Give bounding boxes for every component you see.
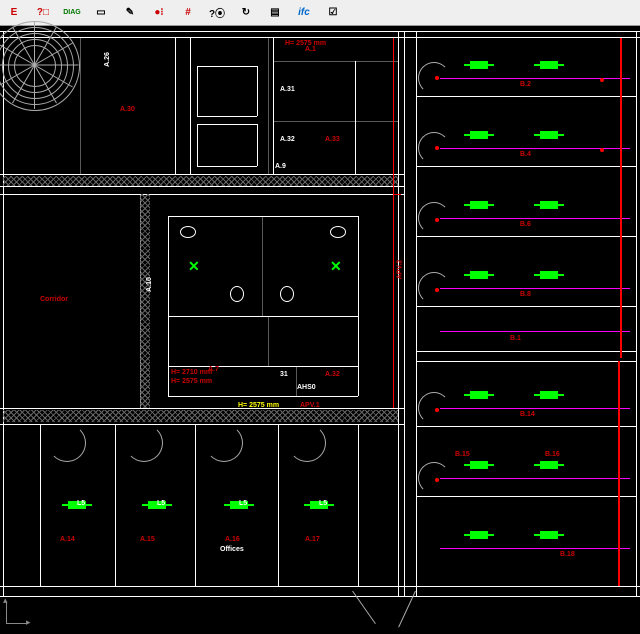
dim-text: H= 2710 mm [171, 369, 212, 376]
room-tag: B.1 [510, 335, 521, 342]
light-fixture [540, 461, 558, 469]
btn-refresh[interactable]: ↻ [234, 1, 258, 25]
room-tag: B.8 [520, 291, 531, 298]
btn-dot-red[interactable]: ●⁝ [147, 1, 171, 25]
light-fixture [470, 61, 488, 69]
hatch-wall [3, 410, 398, 422]
door-arc [125, 424, 163, 462]
room-tag: A.32 [325, 371, 340, 378]
hatch-wall [140, 194, 150, 408]
light-fixture [540, 61, 558, 69]
door-arc [48, 424, 86, 462]
wc-fixture [280, 286, 294, 302]
light-fixture [540, 531, 558, 539]
btn-note[interactable]: ▤ [263, 1, 287, 25]
hatch-wall [3, 176, 398, 186]
btn-check[interactable]: ☑ [321, 1, 345, 25]
fixture-tag: L5 [157, 500, 165, 507]
room-tag: B.14 [520, 411, 535, 418]
fixture-tag: L5 [77, 500, 85, 507]
fixture-tag: L5 [319, 500, 327, 507]
light-fixture [470, 271, 488, 279]
room-tag: A.33 [325, 136, 340, 143]
btn-pen[interactable]: ✎ [118, 1, 142, 25]
door-arc [205, 424, 243, 462]
fixture-x: ✕ [188, 258, 200, 275]
wc-fixture [230, 286, 244, 302]
room-tag: 31 [280, 371, 288, 378]
spiral-stair [0, 21, 80, 111]
room-tag: Corridor [40, 296, 68, 303]
area-label: Offices [220, 546, 244, 553]
light-fixture [540, 201, 558, 209]
room-tag: A.14 [60, 536, 75, 543]
light-fixture [470, 391, 488, 399]
fixture-tag: L5 [239, 500, 247, 507]
room-tag: B.16 [545, 451, 560, 458]
room-tag: A.26 [104, 52, 111, 67]
room-tag: A.32 [280, 136, 295, 143]
room-tag: B.15 [455, 451, 470, 458]
room-tag: APV.1 [300, 402, 320, 409]
room-tag: B.4 [520, 151, 531, 158]
room-tag: A.9 [275, 163, 286, 170]
room-tag: B.18 [560, 551, 575, 558]
light-fixture [540, 131, 558, 139]
light-fixture [540, 391, 558, 399]
toolbar: E ?□ DIAG ▭ ✎ ●⁝ # ?⦿ ↻ ▤ ifc ☑ [0, 0, 640, 26]
room-tag: A.16 [225, 536, 240, 543]
light-fixture [540, 271, 558, 279]
room-tag: A.15 [140, 536, 155, 543]
btn-hash[interactable]: # [176, 1, 200, 25]
room-tag: A.17 [305, 536, 320, 543]
sink-fixture [330, 226, 346, 238]
door-arc [288, 424, 326, 462]
light-fixture [470, 131, 488, 139]
btn-ifc[interactable]: ifc [292, 1, 316, 25]
room-tag: A.30 [120, 106, 135, 113]
room-tag: A.1 [305, 46, 316, 53]
btn-q2[interactable]: ?⦿ [205, 1, 229, 25]
room-tag: APV.2 [396, 260, 403, 280]
fixture-x: ✕ [330, 258, 342, 275]
dim-text: H= 2575 mm [238, 402, 279, 409]
room-tag: A.31 [280, 86, 295, 93]
cad-viewport[interactable]: ✕ ✕ A.30 A.26 A.1 A.33 A.31 A.32 A.9 H= … [0, 26, 640, 634]
light-fixture [470, 531, 488, 539]
light-fixture [470, 201, 488, 209]
sink-fixture [180, 226, 196, 238]
dim-text: H= 2575 mm [285, 40, 326, 47]
dim-text: H= 2575 mm [171, 378, 212, 385]
room-tag: A.10 [146, 277, 153, 292]
btn-rect[interactable]: ▭ [89, 1, 113, 25]
room-tag: B.2 [520, 81, 531, 88]
light-fixture [470, 461, 488, 469]
room-tag: B.6 [520, 221, 531, 228]
room-tag: AHS0 [297, 384, 316, 391]
ucs-icon: ▸ ▴ [6, 594, 36, 624]
